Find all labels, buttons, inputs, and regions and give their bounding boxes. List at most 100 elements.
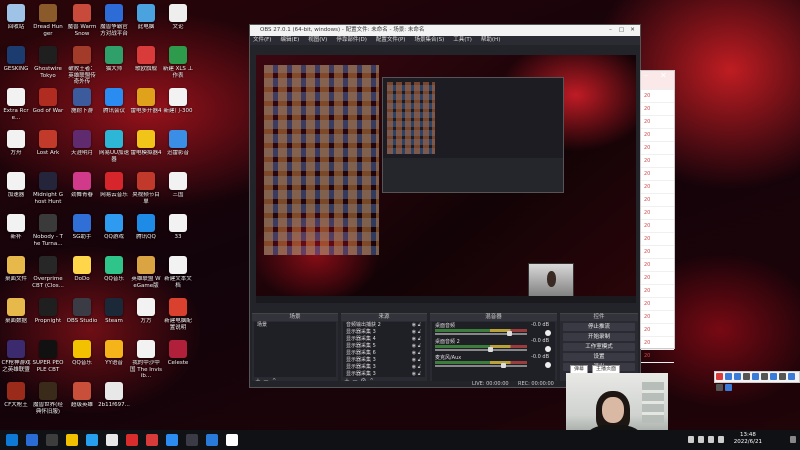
desktop-icon[interactable]: 英雄联盟 WeGame版 [130,256,162,289]
desktop-icon[interactable]: DoDo [66,256,98,283]
volume-slider[interactable] [435,365,527,367]
desktop-icon[interactable]: Lost Ark [32,130,64,157]
network-icon[interactable] [708,436,714,443]
toolbar-icon[interactable] [716,373,723,380]
obs-preview[interactable] [256,55,636,303]
toolbar-icon[interactable] [725,384,732,391]
side-list-row[interactable]: 20 [641,246,674,259]
eye-icon[interactable]: ◉ 🔓︎ [412,336,421,343]
desktop-icon[interactable]: Overprime CBT (Clos... [32,256,64,289]
desktop-icon[interactable]: 腾讯QQ [130,214,162,241]
taskbar-app-icon[interactable] [186,434,198,446]
speaker-icon[interactable] [545,330,551,336]
toolbar-icon[interactable] [770,373,777,380]
eye-icon[interactable]: ◉ 🔓︎ [412,343,421,350]
side-list-row[interactable]: 20 [641,103,674,116]
eye-icon[interactable]: ◉ 🔓︎ [412,357,421,364]
scene-item[interactable]: 场景 [254,322,336,329]
minimize-icon[interactable]: – [605,25,616,36]
control-button[interactable]: 停止推流 [563,323,635,331]
desktop-icon[interactable]: CF枪神游戏之英雄联盟 [0,340,32,373]
menu-item[interactable]: 场景集合(S) [414,37,444,43]
toolbar-icon[interactable] [716,384,723,391]
clock[interactable]: 13:48 2022/6/21 [734,432,762,446]
eye-icon[interactable]: ◉ 🔓︎ [412,322,421,329]
menu-item[interactable]: 停靠部件(D) [336,37,367,43]
side-list-row[interactable]: 20 [641,259,674,272]
menu-item[interactable]: 视图(V) [308,37,327,43]
desktop-icon[interactable]: 腾讯会议 [98,88,130,115]
menu-item[interactable]: 文件(F) [253,37,271,43]
taskbar-app-icon[interactable] [146,434,158,446]
taskbar-app-icon[interactable] [126,434,138,446]
taskbar-app-icon[interactable] [106,434,118,446]
side-list-row[interactable]: 20 [641,168,674,181]
desktop-icon[interactable]: 魔兽争霸官方对战平台 [98,4,130,37]
side-list-row[interactable]: 20 [641,220,674,233]
side-list-row[interactable]: 20 [641,194,674,207]
desktop-icon[interactable]: 新建 XLS 工作表 [162,46,194,79]
desktop-icon[interactable]: GESKING [0,46,32,73]
sources-list[interactable]: 音频输出捕获 2 ◉ 🔓︎ 显示器采集 3 ◉ 🔓︎ 显示器采集 4 ◉ 🔓︎ 显示器采集 … [343,322,425,377]
side-list-row[interactable]: 20 [641,285,674,298]
control-button[interactable]: 工作室模式 [563,343,635,351]
side-list-row[interactable]: 20 [641,207,674,220]
taskbar-app-icon[interactable] [166,434,178,446]
speaker-icon[interactable] [545,362,551,368]
toolbar-icon[interactable] [734,373,741,380]
maximize-icon[interactable]: □ [616,25,627,36]
minimize-icon[interactable]: – [644,71,648,80]
desktop-icon[interactable]: 方方 [130,298,162,325]
desktop-icon[interactable]: 三国 [162,172,194,199]
eye-icon[interactable]: ◉ 🔓︎ [412,350,421,357]
control-button[interactable]: 设置 [563,353,635,361]
side-list-row[interactable]: 20 [641,324,674,337]
source-item[interactable]: 显示器采集 3 ◉ 🔓︎ [343,357,425,364]
side-list-row[interactable]: 20 [641,233,674,246]
desktop-icon[interactable]: 加速器 [0,172,32,199]
source-item[interactable]: 显示器采集 6 ◉ 🔓︎ [343,350,425,357]
eye-icon[interactable]: ◉ 🔓︎ [412,371,421,378]
volume-slider[interactable] [435,349,527,351]
desktop-icon[interactable]: CF大枪王 [0,382,32,409]
desktop-icon[interactable]: 桌面文件 [0,256,32,283]
side-list-row[interactable]: 20 [641,155,674,168]
side-list-row[interactable]: 20 [641,337,674,350]
desktop-icon[interactable]: 歌欧旗舰 [130,46,162,73]
desktop-icon[interactable]: 新建门-300 [162,88,194,115]
menu-item[interactable]: 帮助(H) [481,37,500,43]
desktop-icon[interactable]: Midnight Ghost Hunt [32,172,64,205]
desktop-icon[interactable]: QQ音乐 [98,256,130,283]
desktop-icon[interactable]: 桌面数据 [0,298,32,325]
toolbar-icon[interactable] [743,373,750,380]
side-list-row[interactable]: 20 [641,181,674,194]
taskbar-app-icon[interactable] [46,434,58,446]
desktop-icon[interactable]: 雷电模拟器4 [130,130,162,157]
volume-slider-handle[interactable] [507,331,513,336]
taskbar-app-icon[interactable] [66,434,78,446]
desktop-icon[interactable]: Ghostwire Tokyo [32,46,64,79]
desktop-icon[interactable]: 施耐下游 [66,88,98,115]
source-item[interactable]: 音频输出捕获 2 ◉ 🔓︎ [343,322,425,329]
close-icon[interactable]: ✕ [627,25,638,36]
menu-item[interactable]: 编辑(E) [280,37,299,43]
desktop-icon[interactable]: Dread Hunger [32,4,64,37]
desktop-icon[interactable]: 超级英雄 [66,382,98,409]
toolbar-icon[interactable] [752,373,759,380]
desktop-icon[interactable]: 新建文本文档 [162,256,194,289]
desktop-icon[interactable]: Nobody - The Turna... [32,214,64,247]
volume-slider-handle[interactable] [487,347,493,352]
obs-window[interactable]: OBS 27.0.1 (64-bit, windows) - 配置文件: 未命名… [249,24,641,388]
desktop-icon[interactable]: SG助手 [66,214,98,241]
desktop-icon[interactable]: 迅雷影音 [162,130,194,157]
side-list-row[interactable]: 20 [641,350,674,363]
side-list-row[interactable]: 20 [641,129,674,142]
desktop-icon[interactable]: 新建电脑配置说明 [162,298,194,331]
scenes-list[interactable]: 场景 [254,322,336,377]
desktop-icon[interactable]: 方舟 [0,130,32,157]
toolbar-icon[interactable] [779,373,786,380]
source-item[interactable]: 显示器采集 5 ◉ 🔓︎ [343,343,425,350]
desktop-icon[interactable]: 33 [162,214,194,241]
side-list-row[interactable]: 20 [641,142,674,155]
tray-icon[interactable] [698,436,704,443]
